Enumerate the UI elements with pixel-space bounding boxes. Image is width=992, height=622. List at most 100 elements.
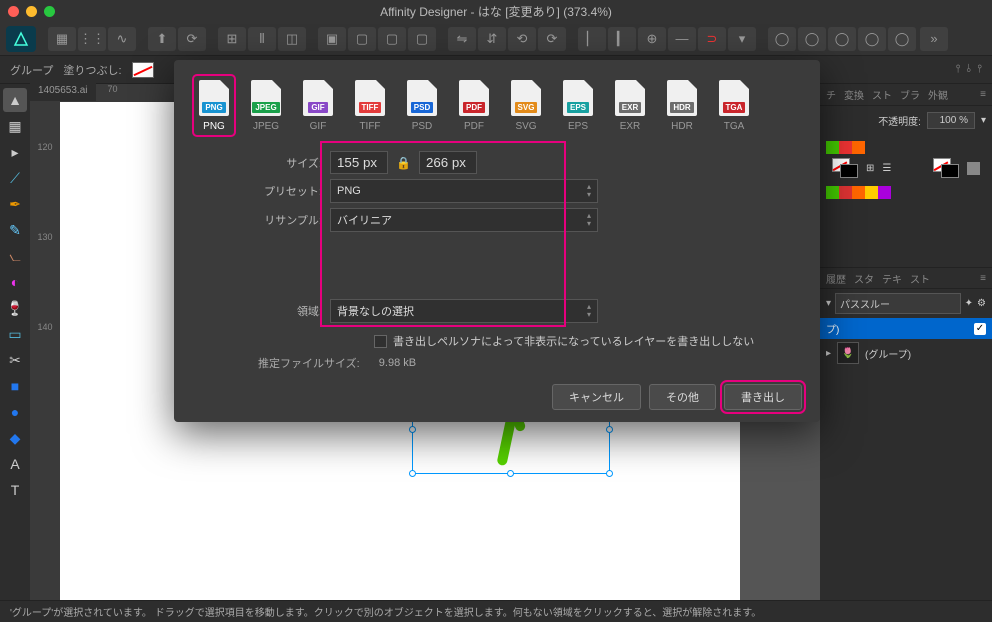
ellipse-tool-icon[interactable]: ●: [3, 400, 27, 424]
format-svg[interactable]: SVGSVG: [506, 76, 546, 135]
format-tiff[interactable]: TIFFTIFF: [350, 76, 390, 135]
swatch[interactable]: [852, 186, 865, 199]
layer-row[interactable]: ▸ 🌷 (グループ): [820, 339, 992, 367]
toolbar-overflow-icon[interactable]: »: [920, 27, 948, 51]
rotate-cw-icon[interactable]: ⟳: [538, 27, 566, 51]
panel-menu-icon[interactable]: ≡: [980, 273, 986, 284]
arrange-front-icon[interactable]: ▣: [318, 27, 346, 51]
tab-text[interactable]: テキ: [882, 271, 902, 286]
frame-text-tool-icon[interactable]: T: [3, 478, 27, 502]
grid-icon[interactable]: ⊞: [218, 27, 246, 51]
corner-tool-icon[interactable]: ⟋: [3, 166, 27, 190]
swatch[interactable]: [839, 141, 852, 154]
align-bottom-icon[interactable]: ⫯: [977, 63, 982, 76]
snap-icon[interactable]: ⊕: [638, 27, 666, 51]
align-center-icon[interactable]: ▎: [608, 27, 636, 51]
arrange-forward-icon[interactable]: ▢: [348, 27, 376, 51]
pencil-tool-icon[interactable]: ✎: [3, 218, 27, 242]
brush-tool-icon[interactable]: ⦦: [3, 244, 27, 268]
swatch[interactable]: [967, 162, 980, 175]
pen-tool-icon[interactable]: ✒: [3, 192, 27, 216]
magnet-icon[interactable]: ⊃: [698, 27, 726, 51]
rect-tool-icon[interactable]: ■: [3, 374, 27, 398]
hidden-layers-checkbox[interactable]: [374, 335, 387, 348]
fill-stroke-swatch-2[interactable]: [933, 158, 959, 178]
cancel-button[interactable]: キャンセル: [552, 384, 641, 410]
rotate-ccw-icon[interactable]: ⟲: [508, 27, 536, 51]
format-eps[interactable]: EPSEPS: [558, 76, 598, 135]
format-exr[interactable]: EXREXR: [610, 76, 650, 135]
tab-brushes[interactable]: ブラ: [900, 87, 920, 102]
tab-history[interactable]: 履歴: [826, 271, 846, 286]
tab-transform[interactable]: 変換: [844, 87, 864, 102]
artboard-tool-icon[interactable]: ▦: [3, 114, 27, 138]
tab-stock[interactable]: スト: [910, 271, 930, 286]
tab-styles[interactable]: スタ: [854, 271, 874, 286]
expand-icon[interactable]: ▸: [826, 348, 831, 359]
blend-mode-select[interactable]: パススルー: [835, 293, 961, 314]
crop-tool-icon[interactable]: ✂: [3, 348, 27, 372]
boolean-sub-icon[interactable]: ◯: [798, 27, 826, 51]
format-hdr[interactable]: HDRHDR: [662, 76, 702, 135]
swatch[interactable]: [826, 186, 839, 199]
swatch[interactable]: [852, 141, 865, 154]
area-select[interactable]: 背景なしの選択▴▾: [330, 299, 598, 323]
persona-designer-icon[interactable]: ▦: [48, 27, 76, 51]
layer-visible-checkbox[interactable]: ✓: [974, 323, 986, 335]
align-middle-icon[interactable]: ⫰: [966, 63, 971, 76]
opacity-value[interactable]: 100 %: [927, 112, 975, 129]
flip-h-icon[interactable]: ⇋: [448, 27, 476, 51]
persona-export-icon[interactable]: ∿: [108, 27, 136, 51]
boolean-xor-icon[interactable]: ◯: [858, 27, 886, 51]
boolean-div-icon[interactable]: ◯: [888, 27, 916, 51]
fill-tool-icon[interactable]: ◐: [3, 270, 27, 294]
size-height-input[interactable]: [419, 151, 477, 174]
arrange-backward-icon[interactable]: ▢: [378, 27, 406, 51]
layer-fx-icon[interactable]: ✦: [965, 298, 973, 309]
swatch[interactable]: [826, 141, 839, 154]
align-left-icon[interactable]: ▏: [578, 27, 606, 51]
format-psd[interactable]: PSDPSD: [402, 76, 442, 135]
layer-group-row[interactable]: プ) ✓: [820, 318, 992, 339]
more-icon[interactable]: ▾: [728, 27, 756, 51]
fill-stroke-swatch[interactable]: [832, 158, 858, 178]
align-top-icon[interactable]: ⫯: [956, 63, 961, 76]
node-tool-icon[interactable]: ▸: [3, 140, 27, 164]
transparency-tool-icon[interactable]: 🍷: [3, 296, 27, 320]
preset-select[interactable]: PNG▴▾: [330, 179, 598, 203]
tab-appearance[interactable]: 外観: [928, 87, 948, 102]
tab-stroke[interactable]: スト: [872, 87, 892, 102]
format-gif[interactable]: GIFGIF: [298, 76, 338, 135]
gear-icon[interactable]: ⚙: [977, 298, 986, 309]
export-button[interactable]: 書き出し: [724, 384, 802, 410]
tab-swatches[interactable]: チ: [826, 87, 836, 102]
swatch-list-icon[interactable]: ☰: [882, 163, 891, 174]
move-tool-icon[interactable]: ▲: [3, 88, 27, 112]
format-tga[interactable]: TGATGA: [714, 76, 754, 135]
swatch-grid-icon[interactable]: ⊞: [866, 163, 874, 174]
persona-pixel-icon[interactable]: ⋮⋮: [78, 27, 106, 51]
boolean-int-icon[interactable]: ◯: [828, 27, 856, 51]
resample-select[interactable]: バイリニア▴▾: [330, 208, 598, 232]
swatch[interactable]: [878, 186, 891, 199]
blend-dropdown-icon[interactable]: ▾: [826, 298, 831, 309]
text-tool-icon[interactable]: A: [3, 452, 27, 476]
lock-aspect-icon[interactable]: 🔒: [396, 156, 411, 170]
other-button[interactable]: その他: [649, 384, 716, 410]
size-width-input[interactable]: [330, 151, 388, 174]
transform-icon[interactable]: ◫: [278, 27, 306, 51]
boolean-add-icon[interactable]: ◯: [768, 27, 796, 51]
format-png[interactable]: PNGPNG: [194, 76, 234, 135]
opacity-stepper-icon[interactable]: ▾: [981, 115, 986, 126]
document-tab[interactable]: 1405653.ai: [30, 83, 96, 101]
guides-icon[interactable]: ⫴: [248, 27, 276, 51]
panel-menu-icon[interactable]: ≡: [980, 89, 986, 100]
arrange-back-icon[interactable]: ▢: [408, 27, 436, 51]
shape-tool-icon[interactable]: ◆: [3, 426, 27, 450]
upload-icon[interactable]: ⬆: [148, 27, 176, 51]
format-jpeg[interactable]: JPEGJPEG: [246, 76, 286, 135]
sync-icon[interactable]: ⟳: [178, 27, 206, 51]
swatch[interactable]: [839, 186, 852, 199]
swatch[interactable]: [865, 186, 878, 199]
format-pdf[interactable]: PDFPDF: [454, 76, 494, 135]
